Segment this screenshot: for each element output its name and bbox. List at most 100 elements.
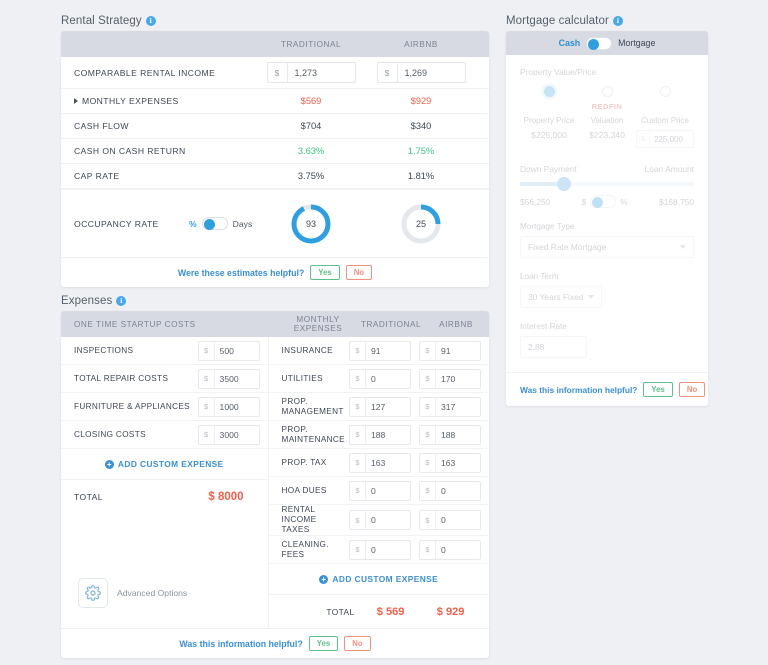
- insurance-traditional-input[interactable]: $91: [349, 341, 411, 361]
- info-icon[interactable]: i: [146, 16, 156, 26]
- prop-management-traditional-input[interactable]: $127: [349, 397, 411, 417]
- currency-symbol: $: [350, 511, 366, 529]
- cash-label: Cash: [559, 38, 581, 48]
- prop-tax-traditional-input[interactable]: $163: [349, 453, 411, 473]
- currency-symbol: $: [350, 454, 366, 472]
- monthly-row-utilities: UTILITIES $0 $170: [269, 365, 489, 393]
- radio-option-custom-price[interactable]: Custom Price $ 225,000: [636, 86, 694, 148]
- row-label-wrap: MONTHLY EXPENSES: [74, 96, 256, 106]
- rental-income-taxes-traditional-input[interactable]: $0: [349, 510, 411, 530]
- utilities-traditional-input[interactable]: $0: [349, 369, 411, 389]
- radio-option-valuation[interactable]: REDFIN Valuation $223,340: [578, 86, 636, 148]
- app-root: Rental Strategy i TRADITIONAL AIRBNB COM…: [0, 0, 768, 665]
- input-value: 127: [366, 398, 410, 416]
- cash-flow-airbnb: $340: [366, 121, 476, 131]
- currency-symbol: $: [378, 63, 398, 82]
- row-occupancy-rate: OCCUPANCY RATE % Days 93: [61, 189, 489, 257]
- info-icon[interactable]: i: [116, 296, 126, 306]
- currency-symbol: $: [199, 342, 215, 360]
- row-label: RENTAL INCOME TAXES: [282, 505, 349, 535]
- advanced-options-button[interactable]: Advanced Options: [61, 569, 268, 617]
- occupancy-traditional-gauge[interactable]: 93: [290, 203, 332, 245]
- mortgage-type-field: Mortgage Type Fixed Rate Mortgage: [520, 222, 694, 258]
- dollar-percent-switch[interactable]: [590, 195, 616, 208]
- feedback-yes-button[interactable]: Yes: [309, 636, 338, 651]
- add-custom-monthly-expense-button[interactable]: + ADD CUSTOM EXPENSE: [269, 564, 489, 594]
- dollar-percent-toggle[interactable]: $ %: [582, 195, 628, 208]
- occupancy-unit-toggle[interactable]: % Days: [189, 217, 256, 230]
- income-traditional-input[interactable]: $ 1,273: [267, 62, 356, 83]
- prop-maintenance-airbnb-input[interactable]: $188: [419, 425, 481, 445]
- income-traditional-cell: $ 1,273: [256, 62, 366, 83]
- cap-rate-traditional: 3.75%: [256, 171, 366, 181]
- input-value: 0: [366, 370, 410, 388]
- hoa-dues-airbnb-input[interactable]: $0: [419, 481, 481, 501]
- input-value: 1,273: [288, 63, 355, 82]
- rental-income-taxes-airbnb-input[interactable]: $0: [419, 510, 481, 530]
- feedback-no-button[interactable]: No: [344, 636, 370, 651]
- cash-mortgage-toggle[interactable]: Cash Mortgage: [506, 31, 708, 55]
- col-header-airbnb: AIRBNB: [425, 320, 487, 329]
- row-label: PROP. TAX: [282, 458, 349, 468]
- closing-costs-input[interactable]: $ 3000: [198, 425, 260, 445]
- feedback-no-button[interactable]: No: [346, 265, 372, 280]
- currency-symbol: $: [350, 370, 366, 388]
- prop-management-airbnb-input[interactable]: $317: [419, 397, 481, 417]
- down-payment-values: $56,250 $ % $168,750: [520, 195, 694, 208]
- feedback-yes-button[interactable]: Yes: [643, 382, 672, 397]
- row-label: COMPARABLE RENTAL INCOME: [74, 68, 256, 78]
- income-airbnb-input[interactable]: $ 1,269: [377, 62, 466, 83]
- info-icon[interactable]: i: [613, 16, 623, 26]
- occupancy-airbnb-gauge[interactable]: 25: [400, 203, 442, 245]
- occupancy-toggle-switch[interactable]: [202, 217, 228, 230]
- hoa-dues-traditional-input[interactable]: $0: [349, 481, 411, 501]
- insurance-airbnb-input[interactable]: $91: [419, 341, 481, 361]
- furniture-appliances-input[interactable]: $ 1000: [198, 397, 260, 417]
- col-header-airbnb: AIRBNB: [366, 40, 476, 49]
- interest-rate-input[interactable]: 2.88: [520, 336, 587, 358]
- rental-strategy-title: Rental Strategy i: [61, 15, 489, 27]
- feedback-yes-button[interactable]: Yes: [310, 265, 339, 280]
- utilities-airbnb-input[interactable]: $170: [419, 369, 481, 389]
- input-value: 188: [366, 426, 410, 444]
- cleaning-fees-airbnb-input[interactable]: $0: [419, 540, 481, 560]
- down-payment-slider[interactable]: [520, 182, 694, 186]
- currency-symbol: $: [350, 398, 366, 416]
- chevron-down-icon: [588, 295, 594, 299]
- prop-maintenance-traditional-input[interactable]: $188: [349, 425, 411, 445]
- cleaning-fees-traditional-input[interactable]: $0: [349, 540, 411, 560]
- radio-icon[interactable]: [660, 86, 671, 97]
- inspections-input[interactable]: $ 500: [198, 341, 260, 361]
- monthly-row-rental-income-taxes: RENTAL INCOME TAXES $0 $0: [269, 505, 489, 536]
- slider-handle[interactable]: [557, 177, 571, 191]
- row-monthly-expenses[interactable]: MONTHLY EXPENSES $569 $929: [61, 89, 489, 114]
- prop-tax-airbnb-input[interactable]: $163: [419, 453, 481, 473]
- option-name: Property Price: [524, 116, 575, 125]
- mortgage-type-select[interactable]: Fixed Rate Mortgage: [520, 236, 694, 258]
- selected-value: Fixed Rate Mortgage: [528, 242, 606, 252]
- add-custom-startup-expense-button[interactable]: + ADD CUSTOM EXPENSE: [61, 449, 268, 479]
- currency-symbol: $: [420, 426, 436, 444]
- radio-icon[interactable]: [602, 86, 613, 97]
- option-value: $225,000: [531, 130, 567, 140]
- mortgage-calculator-panel: Mortgage calculator i Cash Mortgage Prop…: [506, 15, 708, 406]
- cash-mortgage-switch[interactable]: [586, 37, 612, 50]
- expand-caret-icon[interactable]: [74, 98, 78, 104]
- currency-symbol: $: [420, 454, 436, 472]
- gear-icon[interactable]: [78, 578, 108, 608]
- mortgage-calculator-feedback: Was this information helpful? Yes No: [506, 372, 708, 406]
- input-value: 163: [436, 454, 480, 472]
- startup-total-label: TOTAL: [74, 492, 208, 502]
- custom-price-input[interactable]: $ 225,000: [636, 130, 694, 148]
- total-repair-costs-input[interactable]: $ 3500: [198, 369, 260, 389]
- expenses-panel: Expenses i ONE TIME STARTUP COSTS MONTHL…: [61, 295, 489, 658]
- monthly-total-label: TOTAL: [269, 607, 361, 617]
- feedback-no-button[interactable]: No: [679, 382, 705, 397]
- radio-icon[interactable]: [544, 86, 555, 97]
- loan-term-select[interactable]: 30 Years Fixed: [520, 286, 602, 308]
- radio-option-property-price[interactable]: Property Price $225,000: [520, 86, 578, 148]
- input-value: 0: [436, 511, 480, 529]
- option-name: Custom Price: [641, 116, 689, 125]
- row-label: PROP. MAINTENANCE: [282, 425, 349, 445]
- loan-amount-value: $168,750: [659, 197, 694, 207]
